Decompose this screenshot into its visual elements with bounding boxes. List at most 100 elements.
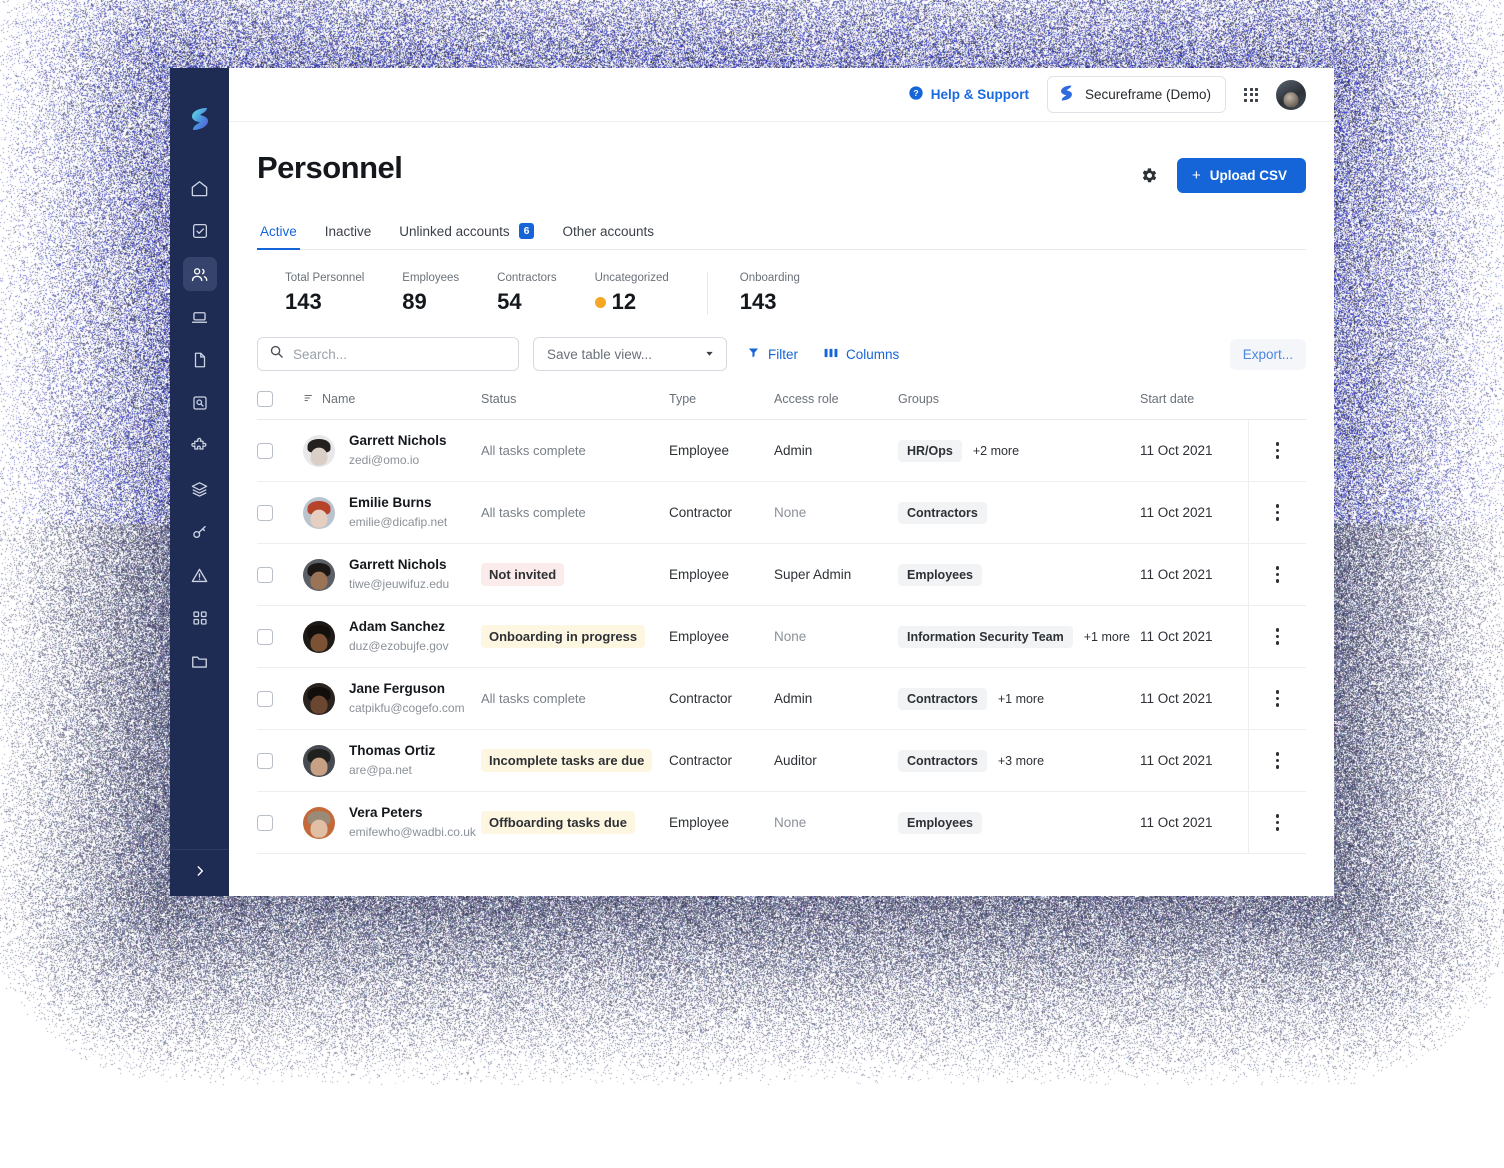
row-menu-icon[interactable]	[1270, 746, 1286, 775]
upload-csv-button[interactable]: + Upload CSV	[1177, 158, 1306, 193]
stat-label: Contractors	[497, 272, 556, 284]
save-table-view-select[interactable]: Save table view...	[533, 337, 727, 371]
sidebar-item-tasks[interactable]	[183, 214, 217, 248]
stat-employees: Employees 89	[402, 272, 497, 315]
search-box[interactable]	[257, 337, 519, 371]
sidebar-expand-button[interactable]	[170, 850, 229, 896]
sidebar-item-integrations[interactable]	[183, 429, 217, 463]
person-name[interactable]: Thomas Ortiz	[349, 742, 435, 760]
table-row[interactable]: Vera Peters emifewho@wadbi.co.uk Offboardi…	[257, 792, 1306, 854]
top-bar: ? Help & Support Secureframe (Demo)	[229, 68, 1334, 122]
cell-type: Contractor	[669, 753, 774, 768]
column-header-status[interactable]: Status	[481, 392, 669, 406]
column-header-name[interactable]: Name	[303, 392, 481, 407]
person-name[interactable]: Vera Peters	[349, 804, 476, 822]
cell-start-date: 11 Oct 2021	[1140, 629, 1248, 644]
export-button[interactable]: Export...	[1230, 339, 1306, 370]
sidebar-item-frameworks[interactable]	[183, 472, 217, 506]
cell-status: Offboarding tasks due	[481, 811, 669, 834]
column-header-access-role[interactable]: Access role	[774, 392, 898, 406]
tab-other-accounts[interactable]: Other accounts	[559, 218, 657, 249]
table-row[interactable]: Jane Ferguson catpikfu@cogefo.com All task…	[257, 668, 1306, 730]
name-block: Vera Peters emifewho@wadbi.co.uk	[349, 804, 476, 841]
sidebar-item-risks[interactable]	[183, 558, 217, 592]
avatar[interactable]	[1276, 80, 1306, 110]
row-checkbox[interactable]	[257, 443, 273, 459]
tab-label: Unlinked accounts	[399, 224, 509, 239]
row-menu-icon[interactable]	[1270, 622, 1286, 651]
row-menu-icon[interactable]	[1270, 436, 1286, 465]
cell-type: Employee	[669, 443, 774, 458]
row-menu-icon[interactable]	[1270, 808, 1286, 837]
group-chip[interactable]: Contractors	[898, 750, 987, 772]
person-name[interactable]: Garrett Nichols	[349, 432, 447, 450]
table-row[interactable]: Garrett Nichols tiwe@jeuwifuz.edu Not invi…	[257, 544, 1306, 606]
group-chip[interactable]: Contractors	[898, 688, 987, 710]
cell-start-date: 11 Oct 2021	[1140, 815, 1248, 830]
row-checkbox[interactable]	[257, 691, 273, 707]
group-chip[interactable]: Information Security Team	[898, 626, 1073, 648]
home-icon	[190, 179, 209, 198]
row-menu-icon[interactable]	[1270, 498, 1286, 527]
tab-unlinked-accounts[interactable]: Unlinked accounts 6	[396, 217, 537, 249]
row-checkbox[interactable]	[257, 629, 273, 645]
person-name[interactable]: Jane Ferguson	[349, 680, 465, 698]
group-chip[interactable]: Employees	[898, 812, 982, 834]
sidebar-item-home[interactable]	[183, 171, 217, 205]
gear-icon[interactable]	[1140, 166, 1159, 185]
group-chip[interactable]: Employees	[898, 564, 982, 586]
column-header-groups[interactable]: Groups	[898, 392, 1140, 406]
table-row[interactable]: Adam Sanchez duz@ezobujfe.gov Onboarding i…	[257, 606, 1306, 668]
tab-active[interactable]: Active	[257, 218, 300, 249]
filter-button[interactable]: Filter	[741, 342, 804, 366]
row-menu-icon[interactable]	[1270, 560, 1286, 589]
cell-groups: Contractors +1 more	[898, 688, 1140, 710]
person-name[interactable]: Emilie Burns	[349, 494, 447, 512]
columns-button[interactable]: Columns	[818, 343, 905, 366]
cell-groups: Contractors +3 more	[898, 750, 1140, 772]
sidebar-item-personnel[interactable]	[183, 257, 217, 291]
sidebar-item-devices[interactable]	[183, 300, 217, 334]
table-row[interactable]: Garrett Nichols zedi@omo.io All tasks comp…	[257, 420, 1306, 482]
help-and-support-link[interactable]: ? Help & Support	[908, 85, 1029, 104]
sidebar-item-policies[interactable]	[183, 343, 217, 377]
cell-start-date: 11 Oct 2021	[1140, 505, 1248, 520]
row-checkbox[interactable]	[257, 815, 273, 831]
person-email: zedi@omo.io	[349, 452, 447, 469]
grid-apps-icon[interactable]	[1244, 88, 1258, 102]
group-chip[interactable]: Contractors	[898, 502, 987, 524]
group-more-link[interactable]: +2 more	[973, 444, 1019, 458]
person-name[interactable]: Garrett Nichols	[349, 556, 449, 574]
select-all-checkbox[interactable]	[257, 391, 273, 407]
group-more-link[interactable]: +1 more	[1084, 630, 1130, 644]
cell-name: Vera Peters emifewho@wadbi.co.uk	[303, 804, 481, 841]
sidebar-item-audits[interactable]	[183, 386, 217, 420]
row-checkbox[interactable]	[257, 567, 273, 583]
secureframe-logo-icon[interactable]	[189, 106, 211, 137]
table-row[interactable]: Emilie Burns emilie@dicafip.net All tasks …	[257, 482, 1306, 544]
row-checkbox[interactable]	[257, 753, 273, 769]
search-input[interactable]	[293, 347, 507, 362]
sidebar-item-files[interactable]	[183, 644, 217, 678]
sidebar-item-access[interactable]	[183, 515, 217, 549]
cell-start-date: 11 Oct 2021	[1140, 443, 1248, 458]
person-email: emifewho@wadbi.co.uk	[349, 824, 476, 841]
org-switcher[interactable]: Secureframe (Demo)	[1047, 76, 1226, 113]
group-more-link[interactable]: +3 more	[998, 754, 1044, 768]
row-menu-icon[interactable]	[1270, 684, 1286, 713]
table-row[interactable]: Thomas Ortiz are@pa.net Incomplete tasks a…	[257, 730, 1306, 792]
status-text: All tasks complete	[481, 443, 586, 458]
tab-inactive[interactable]: Inactive	[322, 218, 375, 249]
stat-value-wrap: 54	[497, 289, 556, 315]
sidebar-item-vendors[interactable]	[183, 601, 217, 635]
row-checkbox[interactable]	[257, 505, 273, 521]
name-block: Thomas Ortiz are@pa.net	[349, 742, 435, 779]
group-more-link[interactable]: +1 more	[998, 692, 1044, 706]
column-header-start-date[interactable]: Start date	[1140, 392, 1248, 406]
column-header-type[interactable]: Type	[669, 392, 774, 406]
person-name[interactable]: Adam Sanchez	[349, 618, 449, 636]
cell-row-menu	[1248, 606, 1306, 668]
stat-label: Onboarding	[740, 272, 800, 284]
group-chip[interactable]: HR/Ops	[898, 440, 962, 462]
status-text: All tasks complete	[481, 691, 586, 706]
